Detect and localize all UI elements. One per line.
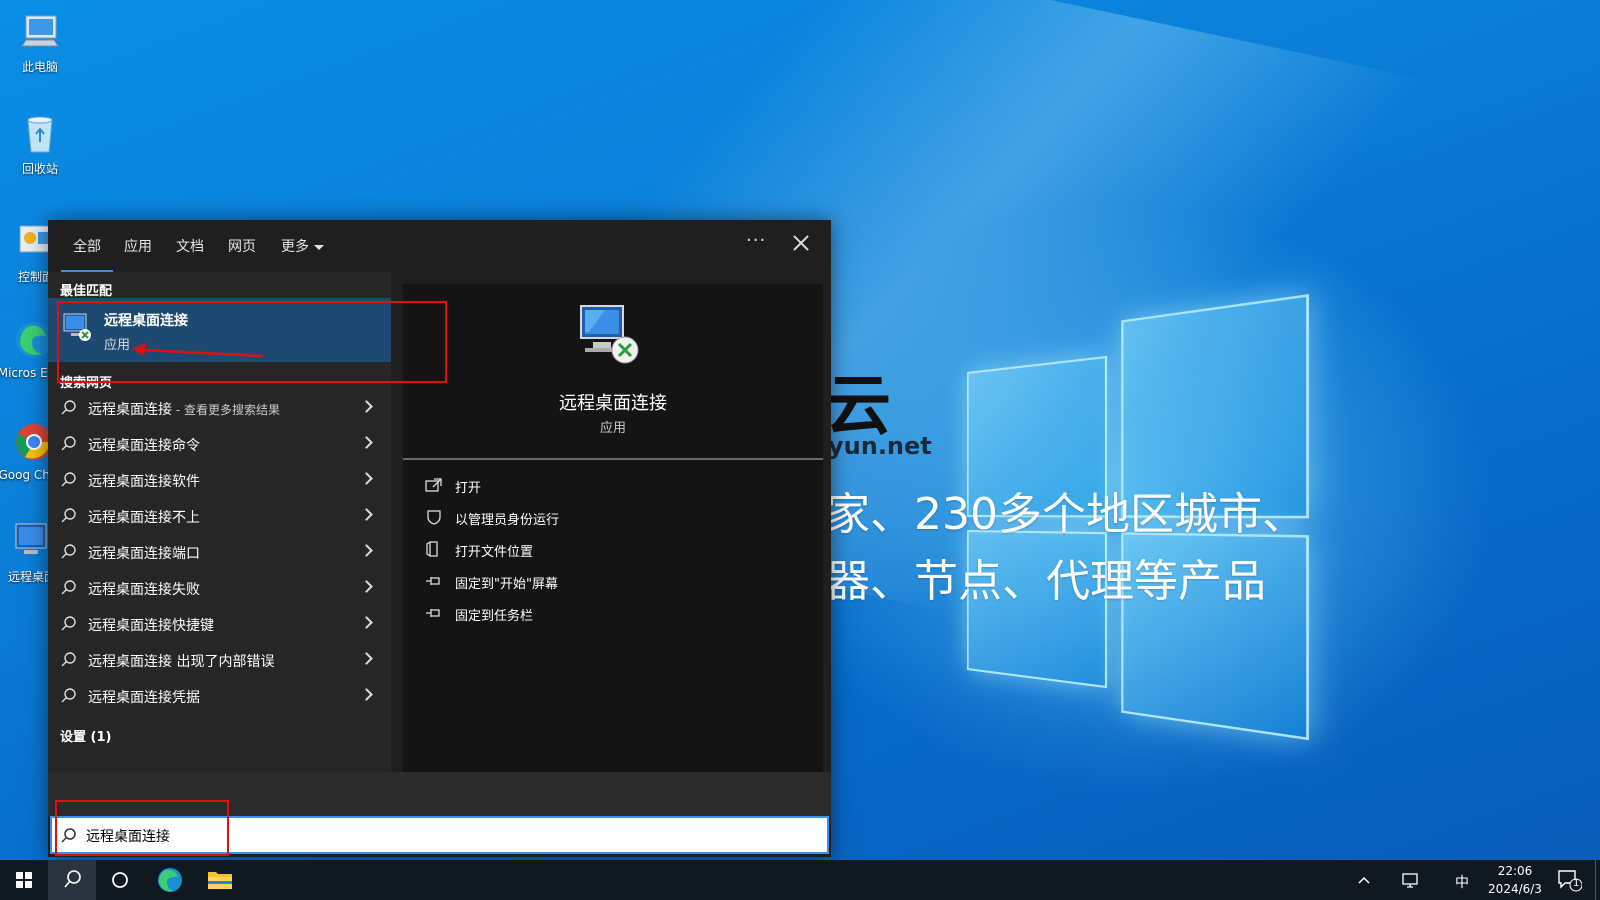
start-button[interactable]	[0, 860, 48, 900]
search-icon	[60, 435, 78, 453]
desktop-icon-recycle-bin[interactable]: 回收站	[0, 112, 80, 177]
notification-count: 1	[1573, 878, 1580, 889]
pin-icon	[425, 605, 443, 621]
web-result-label: 远程桌面连接端口	[88, 546, 200, 562]
search-icon	[60, 507, 78, 525]
taskbar-file-explorer-button[interactable]	[196, 860, 244, 900]
chevron-right-icon[interactable]	[360, 544, 373, 557]
web-result-label: 远程桌面连接命令	[88, 438, 200, 454]
preview-pane: 远程桌面连接 应用 打开 以管理员身份运行 打开文件位置 固定到"开始"屏幕 固…	[403, 284, 823, 772]
action-label: 打开文件位置	[455, 545, 534, 560]
cortana-button[interactable]	[96, 860, 144, 900]
web-result-item[interactable]: 远程桌面连接端口	[48, 534, 391, 570]
annotation-box-search-input	[55, 800, 229, 856]
web-result-item[interactable]: 远程桌面连接命令	[48, 426, 391, 462]
search-icon	[60, 543, 78, 561]
web-result-item[interactable]: 远程桌面连接 - 查看更多搜索结果	[48, 390, 391, 426]
web-result-label: 远程桌面连接快捷键	[88, 618, 214, 634]
preview-subtitle: 应用	[599, 421, 626, 436]
notification-center-button[interactable]: 1	[1556, 868, 1583, 892]
chevron-right-icon[interactable]	[360, 616, 373, 629]
recycle-bin-icon	[18, 112, 62, 156]
search-icon	[64, 870, 81, 888]
annotation-arrow	[132, 343, 264, 358]
shield-icon	[425, 509, 443, 525]
pin-icon	[425, 573, 443, 589]
chevron-right-icon[interactable]	[360, 580, 373, 593]
desktop-icon-label: 回收站	[21, 162, 58, 176]
action-label: 固定到任务栏	[455, 609, 534, 624]
show-desktop-button[interactable]	[1595, 860, 1600, 900]
web-result-label: 远程桌面连接 出现了内部错误	[88, 654, 275, 670]
watermark-line-2: 器、节点、代理等产品	[826, 556, 1266, 607]
tab-all[interactable]: 全部	[61, 236, 113, 274]
chevron-right-icon[interactable]	[360, 400, 373, 413]
taskbar-edge-button[interactable]	[146, 860, 194, 900]
search-icon	[60, 615, 78, 633]
computer-icon	[18, 10, 62, 54]
watermark-domain: yun.net	[828, 432, 932, 460]
chevron-right-icon[interactable]	[360, 472, 373, 485]
tab-documents[interactable]: 文档	[176, 236, 204, 256]
clock-time[interactable]: 22:06	[1478, 864, 1552, 878]
chevron-right-icon[interactable]	[360, 508, 373, 521]
taskbar: 中 22:06 2024/6/3 1	[0, 860, 1600, 900]
web-result-label: 远程桌面连接凭据	[88, 690, 200, 706]
preview-divider	[403, 458, 823, 460]
network-icon[interactable]	[1400, 870, 1422, 890]
web-result-item[interactable]: 远程桌面连接凭据	[48, 678, 391, 714]
chevron-down-icon	[314, 244, 324, 250]
web-result-label: 远程桌面连接软件	[88, 474, 200, 490]
web-result-label: 远程桌面连接不上	[88, 510, 200, 526]
web-result-item[interactable]: 远程桌面连接软件	[48, 462, 391, 498]
search-icon	[60, 471, 78, 489]
action-label: 以管理员身份运行	[455, 513, 560, 528]
best-match-header: 最佳匹配	[60, 284, 113, 299]
cortana-icon	[112, 872, 128, 888]
watermark-line-1: 家、230多个地区城市、	[826, 489, 1306, 540]
web-result-item[interactable]: 远程桌面连接快捷键	[48, 606, 391, 642]
windows-start-icon	[16, 872, 32, 888]
web-result-label: 远程桌面连接失败	[88, 582, 200, 598]
search-icon	[60, 579, 78, 597]
tab-more[interactable]: 更多	[281, 236, 324, 256]
chevron-right-icon[interactable]	[360, 652, 373, 665]
clock-date[interactable]: 2024/6/3	[1478, 882, 1552, 896]
close-icon[interactable]	[790, 233, 812, 255]
folder-icon	[208, 872, 232, 889]
more-options-button[interactable]: ···	[746, 230, 766, 251]
open-icon	[425, 477, 443, 493]
search-tabbar: 全部 应用 文档 网页 更多 ···	[48, 220, 831, 274]
search-icon	[60, 651, 78, 669]
search-icon	[60, 399, 78, 417]
web-result-label: 远程桌面连接 - 查看更多搜索结果	[88, 402, 280, 418]
remote-desktop-icon	[575, 302, 645, 366]
ime-indicator[interactable]: 中	[1450, 872, 1474, 892]
tab-web[interactable]: 网页	[228, 236, 256, 256]
tab-apps[interactable]: 应用	[124, 236, 152, 256]
chevron-up-icon[interactable]	[1354, 870, 1374, 890]
chevron-right-icon[interactable]	[360, 436, 373, 449]
preview-title: 远程桌面连接	[559, 393, 667, 414]
desktop-icon-label: 此电脑	[21, 60, 58, 74]
taskbar-search-button[interactable]	[48, 860, 96, 900]
edge-icon	[158, 868, 182, 892]
desktop-icon-this-pc[interactable]: 此电脑	[0, 10, 80, 75]
file-location-icon	[425, 541, 443, 557]
search-icon	[60, 687, 78, 705]
web-result-item[interactable]: 远程桌面连接失败	[48, 570, 391, 606]
action-label: 固定到"开始"屏幕	[455, 577, 558, 592]
tab-more-label: 更多	[281, 239, 309, 255]
settings-header[interactable]: 设置 (1)	[60, 726, 111, 745]
web-result-item[interactable]: 远程桌面连接不上	[48, 498, 391, 534]
chevron-right-icon[interactable]	[360, 688, 373, 701]
action-label: 打开	[455, 481, 482, 496]
web-result-item[interactable]: 远程桌面连接 出现了内部错误	[48, 642, 391, 678]
